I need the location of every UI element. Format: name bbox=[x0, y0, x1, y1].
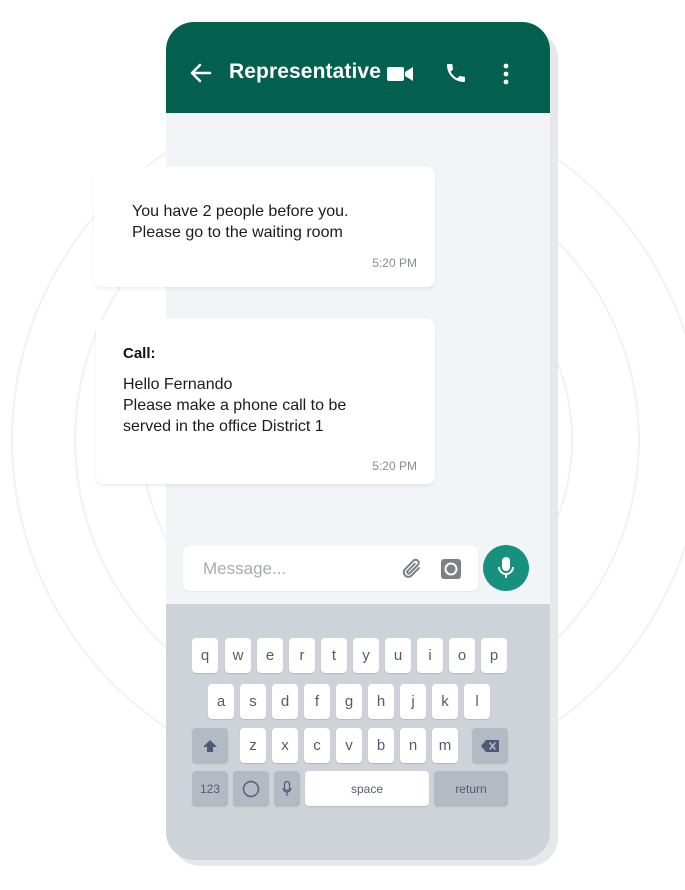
key[interactable]: b bbox=[368, 728, 394, 763]
on-screen-keyboard: q w e r t y u i o p a s d f g h j k l z … bbox=[166, 604, 550, 860]
key[interactable]: f bbox=[304, 684, 330, 719]
backspace-icon bbox=[481, 739, 499, 752]
key[interactable]: p bbox=[481, 638, 507, 673]
shift-key[interactable] bbox=[192, 728, 228, 763]
key[interactable]: c bbox=[304, 728, 330, 763]
microphone-icon bbox=[282, 780, 292, 796]
key[interactable]: w bbox=[225, 638, 251, 673]
chat-header: Representative bbox=[166, 22, 550, 113]
message-title: Call: bbox=[123, 345, 156, 362]
key[interactable]: r bbox=[289, 638, 315, 673]
key[interactable]: i bbox=[417, 638, 443, 673]
bubble-tail bbox=[84, 319, 100, 333]
key[interactable]: z bbox=[240, 728, 266, 763]
voice-message-button[interactable] bbox=[483, 545, 529, 591]
backspace-key[interactable] bbox=[472, 728, 508, 763]
key[interactable]: l bbox=[464, 684, 490, 719]
arrow-left-icon[interactable] bbox=[190, 62, 212, 84]
message-bubble: You have 2 people before you. Please go … bbox=[82, 167, 435, 287]
paperclip-icon[interactable] bbox=[399, 556, 425, 582]
key[interactable]: k bbox=[432, 684, 458, 719]
message-composer bbox=[183, 546, 478, 591]
key[interactable]: s bbox=[240, 684, 266, 719]
message-text: You have 2 people before you. Please go … bbox=[132, 203, 349, 241]
phone-icon[interactable] bbox=[444, 61, 468, 85]
key[interactable]: h bbox=[368, 684, 394, 719]
key[interactable]: e bbox=[257, 638, 283, 673]
key[interactable]: a bbox=[208, 684, 234, 719]
microphone-icon bbox=[498, 557, 514, 578]
key[interactable]: n bbox=[400, 728, 426, 763]
message-text: Hello Fernando Please make a phone call … bbox=[123, 376, 347, 435]
camera-icon[interactable] bbox=[439, 557, 463, 581]
key[interactable]: y bbox=[353, 638, 379, 673]
key[interactable]: d bbox=[272, 684, 298, 719]
voice-input-key[interactable] bbox=[274, 771, 300, 806]
contact-name: Representative bbox=[229, 60, 381, 83]
message-bubble: Call: Hello Fernando Please make a phone… bbox=[84, 319, 435, 484]
more-vertical-icon[interactable] bbox=[500, 62, 512, 86]
key[interactable]: o bbox=[449, 638, 475, 673]
key[interactable]: x bbox=[272, 728, 298, 763]
numbers-key[interactable]: 123 bbox=[192, 771, 228, 806]
video-camera-icon[interactable] bbox=[386, 64, 414, 84]
return-key[interactable]: return bbox=[434, 771, 508, 806]
shift-icon bbox=[203, 739, 217, 752]
key[interactable]: t bbox=[321, 638, 347, 673]
message-time: 5:20 PM bbox=[372, 256, 417, 270]
bubble-tail bbox=[82, 167, 98, 181]
key[interactable]: g bbox=[336, 684, 362, 719]
key[interactable]: q bbox=[192, 638, 218, 673]
key[interactable]: u bbox=[385, 638, 411, 673]
key[interactable]: m bbox=[432, 728, 458, 763]
emoji-icon bbox=[242, 780, 260, 797]
emoji-key[interactable] bbox=[233, 771, 269, 806]
key[interactable]: v bbox=[336, 728, 362, 763]
space-key[interactable]: space bbox=[305, 771, 429, 806]
key[interactable]: j bbox=[400, 684, 426, 719]
message-input[interactable] bbox=[201, 557, 395, 581]
message-time: 5:20 PM bbox=[372, 459, 417, 473]
